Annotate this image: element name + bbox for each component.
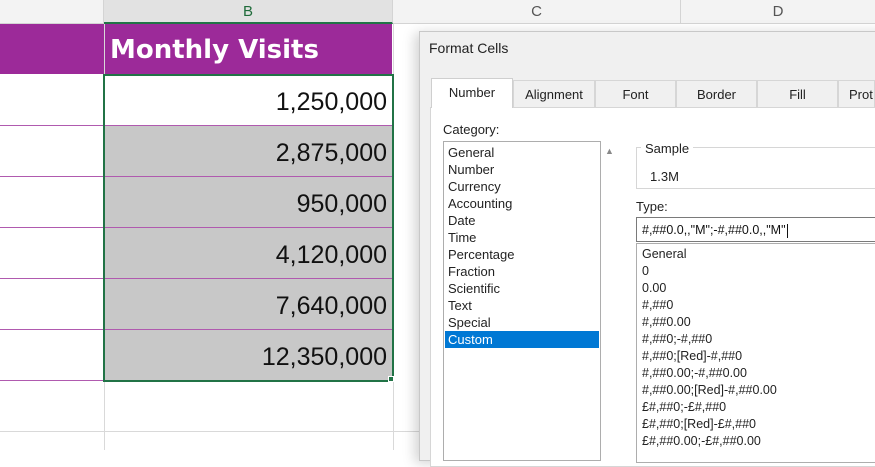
category-item-number[interactable]: Number	[445, 161, 599, 178]
tab-number[interactable]: Number	[431, 78, 513, 108]
format-item[interactable]: £#,##0;[Red]-£#,##0	[642, 417, 756, 431]
format-item[interactable]: #,##0;[Red]-#,##0	[642, 349, 742, 363]
category-item-general[interactable]: General	[445, 144, 599, 161]
format-item[interactable]: £#,##0;-£#,##0	[642, 400, 726, 414]
dialog-title: Format Cells	[429, 40, 509, 56]
scroll-up-arrow-icon[interactable]: ▲	[601, 141, 618, 161]
category-item-accounting[interactable]: Accounting	[445, 195, 599, 212]
category-label: Category:	[443, 122, 500, 137]
tab-protection[interactable]: Prot	[838, 80, 875, 107]
format-item[interactable]: 0.00	[642, 281, 666, 295]
type-input-value: #,##0.0,,"M";-#,##0.0,,"M"	[642, 223, 786, 237]
format-item[interactable]: #,##0.00;[Red]-#,##0.00	[642, 383, 777, 397]
column-header-c[interactable]: C	[393, 0, 681, 24]
format-item[interactable]: #,##0.00	[642, 315, 691, 329]
format-item[interactable]: 0	[642, 264, 649, 278]
tab-fill[interactable]: Fill	[757, 80, 838, 107]
type-input[interactable]: #,##0.0,,"M";-#,##0.0,,"M"	[636, 217, 875, 242]
tab-font[interactable]: Font	[595, 80, 676, 107]
tab-alignment[interactable]: Alignment	[513, 80, 595, 107]
category-item-time[interactable]: Time	[445, 229, 599, 246]
monthly-visits-header-cell[interactable]: Monthly Visits	[104, 24, 392, 74]
sample-value: 1.3M	[650, 169, 679, 184]
format-item[interactable]: #,##0.00;-#,##0.00	[642, 366, 747, 380]
category-item-scientific[interactable]: Scientific	[445, 280, 599, 297]
text-caret	[786, 223, 788, 238]
category-item-currency[interactable]: Currency	[445, 178, 599, 195]
category-item-custom[interactable]: Custom	[445, 331, 599, 348]
format-item[interactable]: £#,##0.00;-£#,##0.00	[642, 434, 761, 448]
tab-border[interactable]: Border	[676, 80, 757, 107]
type-label: Type:	[636, 199, 668, 214]
category-item-percentage[interactable]: Percentage	[445, 246, 599, 263]
type-format-list[interactable]: General 0 0.00 #,##0 #,##0.00 #,##0;-#,#…	[636, 243, 875, 463]
fill-handle[interactable]	[388, 376, 394, 382]
category-item-date[interactable]: Date	[445, 212, 599, 229]
category-list[interactable]: General Number Currency Accounting Date …	[443, 141, 601, 461]
format-item[interactable]: #,##0	[642, 298, 673, 312]
format-item[interactable]: General	[642, 247, 686, 261]
category-item-special[interactable]: Special	[445, 314, 599, 331]
selection-border	[103, 74, 394, 382]
category-item-text[interactable]: Text	[445, 297, 599, 314]
gridline-horizontal	[0, 431, 420, 432]
sample-label: Sample	[641, 141, 694, 156]
column-header-d[interactable]: D	[681, 0, 875, 24]
column-header-b[interactable]: B	[104, 0, 393, 24]
category-item-fraction[interactable]: Fraction	[445, 263, 599, 280]
format-item[interactable]: #,##0;-#,##0	[642, 332, 712, 346]
column-header-a-partial[interactable]	[0, 0, 104, 24]
